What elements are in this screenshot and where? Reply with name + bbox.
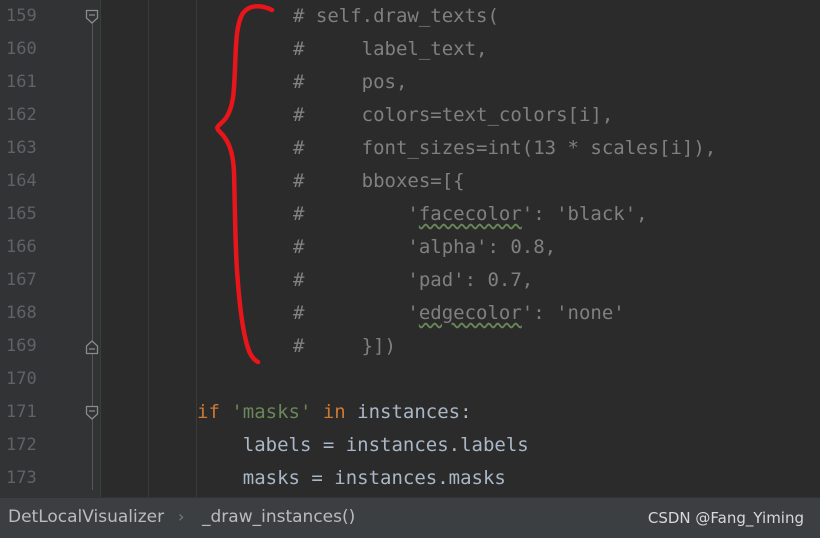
code-line[interactable]: 161 # pos,: [0, 66, 820, 99]
code-token: instances:: [357, 401, 472, 423]
line-number: 170: [6, 369, 37, 389]
code-token: # ': [293, 203, 419, 225]
code-text: # }]): [293, 335, 396, 357]
line-number: 164: [6, 171, 37, 191]
code-token: # label_text,: [293, 38, 488, 60]
code-text: # 'edgecolor': 'none': [293, 302, 625, 324]
line-number: 159: [6, 6, 37, 26]
code-text: masks = instances.masks: [197, 467, 506, 489]
line-number: 163: [6, 138, 37, 158]
code-line[interactable]: 162 # colors=text_colors[i],: [0, 99, 820, 132]
code-token: # }]): [293, 335, 396, 357]
code-text: # self.draw_texts(: [293, 5, 499, 27]
code-line[interactable]: 165 # 'facecolor': 'black',: [0, 198, 820, 231]
code-token: 'masks': [231, 401, 312, 423]
line-number: 167: [6, 270, 37, 290]
code-text: # 'facecolor': 'black',: [293, 203, 648, 225]
code-line[interactable]: 167 # 'pad': 0.7,: [0, 264, 820, 297]
code-token: ': 'black',: [521, 203, 648, 225]
code-line[interactable]: 170: [0, 363, 820, 396]
line-number: 165: [6, 204, 37, 224]
code-line[interactable]: 159 # self.draw_texts(: [0, 0, 820, 33]
code-line[interactable]: 166 # 'alpha': 0.8,: [0, 231, 820, 264]
line-number: 173: [6, 468, 37, 488]
code-text: # colors=text_colors[i],: [293, 104, 613, 126]
code-token: # 'alpha': 0.8,: [293, 236, 557, 258]
fold-collapse-icon[interactable]: [85, 9, 99, 25]
line-number: 160: [6, 39, 37, 59]
code-text: # pos,: [293, 71, 407, 93]
code-token: # 'pad': 0.7,: [293, 269, 534, 291]
watermark: CSDN @Fang_Yiming: [647, 509, 804, 527]
line-number: 169: [6, 336, 37, 356]
line-number: 172: [6, 435, 37, 455]
code-editor[interactable]: 159 # self.draw_texts( 160 # label_text, 161…: [0, 0, 820, 497]
code-text: # label_text,: [293, 38, 487, 60]
code-token: edgecolor: [418, 302, 522, 324]
code-token: # bboxes=[{: [293, 170, 465, 192]
code-text: labels = instances.labels: [197, 434, 529, 456]
line-number: 161: [6, 72, 37, 92]
line-number: 162: [6, 105, 37, 125]
code-token: # ': [293, 302, 419, 324]
code-line[interactable]: 173 masks = instances.masks: [0, 462, 820, 495]
code-token: # pos,: [293, 71, 408, 93]
code-line[interactable]: 168 # 'edgecolor': 'none': [0, 297, 820, 330]
code-token: facecolor: [418, 203, 522, 225]
code-token: # self.draw_texts(: [293, 5, 499, 27]
code-token: # colors=text_colors[i],: [293, 104, 614, 126]
breadcrumb-bar: DetLocalVisualizer › _draw_instances() C…: [0, 497, 820, 538]
code-text: # 'alpha': 0.8,: [293, 236, 556, 258]
code-token: # font_sizes=int(13 * scales[i]),: [293, 137, 717, 159]
line-number: 171: [6, 402, 37, 422]
code-token: if: [197, 401, 232, 423]
code-line[interactable]: 160 # label_text,: [0, 33, 820, 66]
code-line[interactable]: 172 labels = instances.labels: [0, 429, 820, 462]
code-text: # bboxes=[{: [293, 170, 465, 192]
breadcrumb-separator-icon: ›: [178, 507, 185, 526]
code-text: # 'pad': 0.7,: [293, 269, 533, 291]
fold-end-icon[interactable]: [85, 339, 99, 355]
code-text: # font_sizes=int(13 * scales[i]),: [293, 137, 716, 159]
breadcrumb-method[interactable]: _draw_instances(): [202, 507, 355, 527]
line-number: 168: [6, 303, 37, 323]
code-line[interactable]: 164 # bboxes=[{: [0, 165, 820, 198]
code-line[interactable]: 171 if 'masks' in instances:: [0, 396, 820, 429]
line-number: 166: [6, 237, 37, 257]
fold-collapse-icon[interactable]: [85, 405, 99, 421]
code-line[interactable]: 169 # }]): [0, 330, 820, 363]
breadcrumb-class[interactable]: DetLocalVisualizer: [8, 507, 164, 527]
code-token: ': 'none': [521, 302, 625, 324]
code-token: labels = instances.labels: [197, 434, 529, 456]
code-token: in: [311, 401, 358, 423]
code-text: if 'masks' in instances:: [197, 401, 472, 423]
code-token: masks = instances.masks: [197, 467, 506, 489]
code-line[interactable]: 163 # font_sizes=int(13 * scales[i]),: [0, 132, 820, 165]
